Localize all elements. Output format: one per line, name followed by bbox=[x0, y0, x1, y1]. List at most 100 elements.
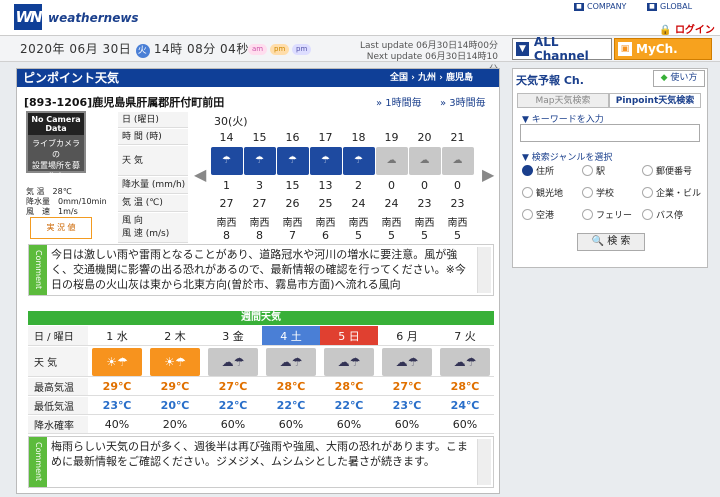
wind-dir-cell: 南西 bbox=[447, 218, 468, 229]
jikyo-button[interactable]: 実 況 値 bbox=[30, 217, 92, 239]
genre-label-text: フェリー bbox=[596, 211, 633, 221]
login-link[interactable]: 🔒 ログイン bbox=[659, 21, 715, 36]
genre-radio[interactable]: フェリー bbox=[582, 208, 632, 221]
cloud-icon: ☁ bbox=[375, 147, 408, 175]
radio-circle bbox=[582, 209, 593, 220]
search-button[interactable]: 🔍 検 索 bbox=[577, 233, 645, 251]
genre-radio[interactable]: 観光地 bbox=[522, 186, 563, 199]
weekly-day-row: 日 / 曜日 1 水 2 木 3 金 4 土5 日 6 月 7 火 bbox=[28, 326, 494, 346]
howto-button[interactable]: ◆ 使い方 bbox=[653, 70, 705, 87]
hour-weather-cell: ☂ bbox=[210, 147, 243, 175]
rain-icon: ☁☂ bbox=[440, 347, 490, 376]
cloud-icon: ☁ bbox=[441, 147, 474, 175]
genre-radio[interactable]: バス停 bbox=[642, 208, 683, 221]
rain-cell: 0 bbox=[388, 179, 395, 192]
radio-circle bbox=[582, 165, 593, 176]
week-weather-cell: ☁☂ bbox=[436, 347, 494, 376]
weathernews-logo[interactable]: WN bbox=[14, 4, 43, 30]
next-arrow-icon[interactable]: ▶ bbox=[482, 165, 494, 184]
hour-weather-cell: ☂ bbox=[342, 147, 375, 175]
weekly-comment-tab: Comment bbox=[29, 437, 47, 487]
temp-cell: 24 bbox=[351, 197, 366, 210]
tab-pinpoint-search[interactable]: Pinpoint天気検索 bbox=[609, 93, 701, 108]
hour-cell: 14 bbox=[219, 131, 234, 144]
sun-rain-icon: ☀☂ bbox=[92, 347, 142, 376]
all-channel-button[interactable]: ▼ ALL Channel bbox=[512, 35, 612, 63]
temp-cell: 25 bbox=[318, 197, 333, 210]
wind-speed-cell: 5 bbox=[421, 229, 428, 242]
weekly-comment: Comment 梅雨らしい天気の日が多く、週後半は再び強雨や強風、大雨の恐れがあ… bbox=[28, 436, 494, 488]
weekly-min-row: 最低気温 23℃ 20℃ 22℃ 22℃ 22℃ 23℃ 24℃ bbox=[28, 397, 494, 415]
genre-label-text: バス停 bbox=[656, 211, 684, 221]
max-temp-cell: 28℃ bbox=[450, 380, 480, 393]
obs-wind: 風 速 1m/s bbox=[26, 207, 78, 216]
rain-cell: 3 bbox=[256, 179, 263, 192]
weekly-pop-row: 降水確率 40% 20% 60% 60% 60% 60% 60% bbox=[28, 416, 494, 434]
rain-cell: 2 bbox=[355, 179, 362, 192]
radio-circle bbox=[642, 209, 653, 220]
hourly-date: 30(火) bbox=[214, 115, 248, 128]
week-weather-cell: ☁☂ bbox=[262, 347, 320, 376]
camera-desc: ライブカメラの 設置場所を募集中 bbox=[32, 139, 80, 181]
company-link[interactable]: ■ COMPANY bbox=[574, 2, 626, 11]
pm-pill: pm bbox=[270, 44, 290, 55]
weekly-title: 週間天気 bbox=[28, 311, 494, 325]
label-weather: 天 気 bbox=[118, 146, 188, 176]
pm-pill-2: pm bbox=[292, 44, 312, 55]
rain-icon: ☁☂ bbox=[382, 347, 432, 376]
radio-circle bbox=[522, 209, 533, 220]
rain-icon: ☂ bbox=[210, 147, 243, 175]
today-comment: Comment 今日は激しい雨や雷雨となることがあり、道路冠水や河川の増水に要注… bbox=[28, 244, 494, 296]
hourly-wind-speed: 8 8 7 6 5 5 5 5 bbox=[210, 229, 480, 242]
mych-button[interactable]: ▣ MyCh. bbox=[614, 38, 712, 60]
wind-speed-cell: 7 bbox=[289, 229, 296, 242]
prev-arrow-icon[interactable]: ◀ bbox=[194, 165, 206, 184]
max-temp-cell: 29℃ bbox=[160, 380, 190, 393]
obs-temp: 気 温 28℃ bbox=[26, 187, 72, 196]
day-cell: 1 水 bbox=[106, 329, 128, 343]
min-temp-cell: 23℃ bbox=[102, 399, 132, 412]
genre-label-text: 空港 bbox=[536, 211, 555, 221]
genre-radio[interactable]: 企業・ビル bbox=[642, 186, 701, 199]
menu-icon: ▼ bbox=[516, 42, 529, 56]
genre-radio[interactable]: 空港 bbox=[522, 208, 554, 221]
weekly-max-row: 最高気温 29℃ 29℃ 27℃ 28℃ 28℃ 27℃ 28℃ bbox=[28, 378, 494, 396]
cloud-icon: ☁ bbox=[408, 147, 441, 175]
max-temp-cell: 28℃ bbox=[334, 380, 364, 393]
genre-radio[interactable]: 学校 bbox=[582, 186, 614, 199]
sun-rain-icon: ☀☂ bbox=[150, 347, 200, 376]
breadcrumb[interactable]: 全国 › 九州 › 鹿児島 bbox=[390, 69, 473, 87]
rain-icon: ☂ bbox=[309, 147, 342, 175]
global-link[interactable]: ■ GLOBAL bbox=[647, 2, 692, 11]
comment-scrollbar[interactable] bbox=[477, 247, 491, 293]
brand-name[interactable]: weathernews bbox=[48, 11, 139, 25]
genre-radio[interactable]: 駅 bbox=[582, 164, 605, 177]
forecast-ch-title: 天気予報 Ch. bbox=[516, 74, 584, 87]
week-weather-cell: ☁☂ bbox=[204, 347, 262, 376]
day-cell: 7 火 bbox=[454, 329, 476, 343]
tab-map-search[interactable]: Map天気検索 bbox=[517, 93, 609, 108]
rain-icon: ☂ bbox=[342, 147, 375, 175]
hourly-3h-link[interactable]: » 3時間毎 bbox=[440, 94, 486, 109]
min-temp-cell: 22℃ bbox=[218, 399, 248, 412]
live-camera-box[interactable]: No Camera Data ライブカメラの 設置場所を募集中 詳細は bbox=[26, 111, 86, 195]
wind-speed-cell: 8 bbox=[223, 229, 230, 242]
min-temp-cell: 23℃ bbox=[392, 399, 422, 412]
rain-icon: ☂ bbox=[243, 147, 276, 175]
hour-cell: 16 bbox=[285, 131, 300, 144]
keyword-input[interactable] bbox=[520, 124, 700, 142]
weekly-comment-scrollbar[interactable] bbox=[477, 439, 491, 485]
hourly-1h-link[interactable]: » 1時間毎 bbox=[376, 94, 422, 109]
label-temp: 気 温 (℃) bbox=[118, 195, 188, 212]
genre-label-text: 住所 bbox=[536, 167, 555, 177]
genre-radio[interactable]: 郵便番号 bbox=[642, 164, 692, 177]
leaf-icon: ◆ bbox=[660, 73, 668, 83]
genre-label-text: 郵便番号 bbox=[656, 167, 693, 177]
hour-cell: 20 bbox=[417, 131, 432, 144]
max-temp-cell: 28℃ bbox=[276, 380, 306, 393]
radio-circle bbox=[522, 187, 533, 198]
search-icon: 🔍 bbox=[591, 236, 605, 247]
genre-radio[interactable]: 住所 bbox=[522, 164, 554, 177]
wind-dir-cell: 南西 bbox=[348, 218, 369, 229]
temp-cell: 26 bbox=[285, 197, 300, 210]
